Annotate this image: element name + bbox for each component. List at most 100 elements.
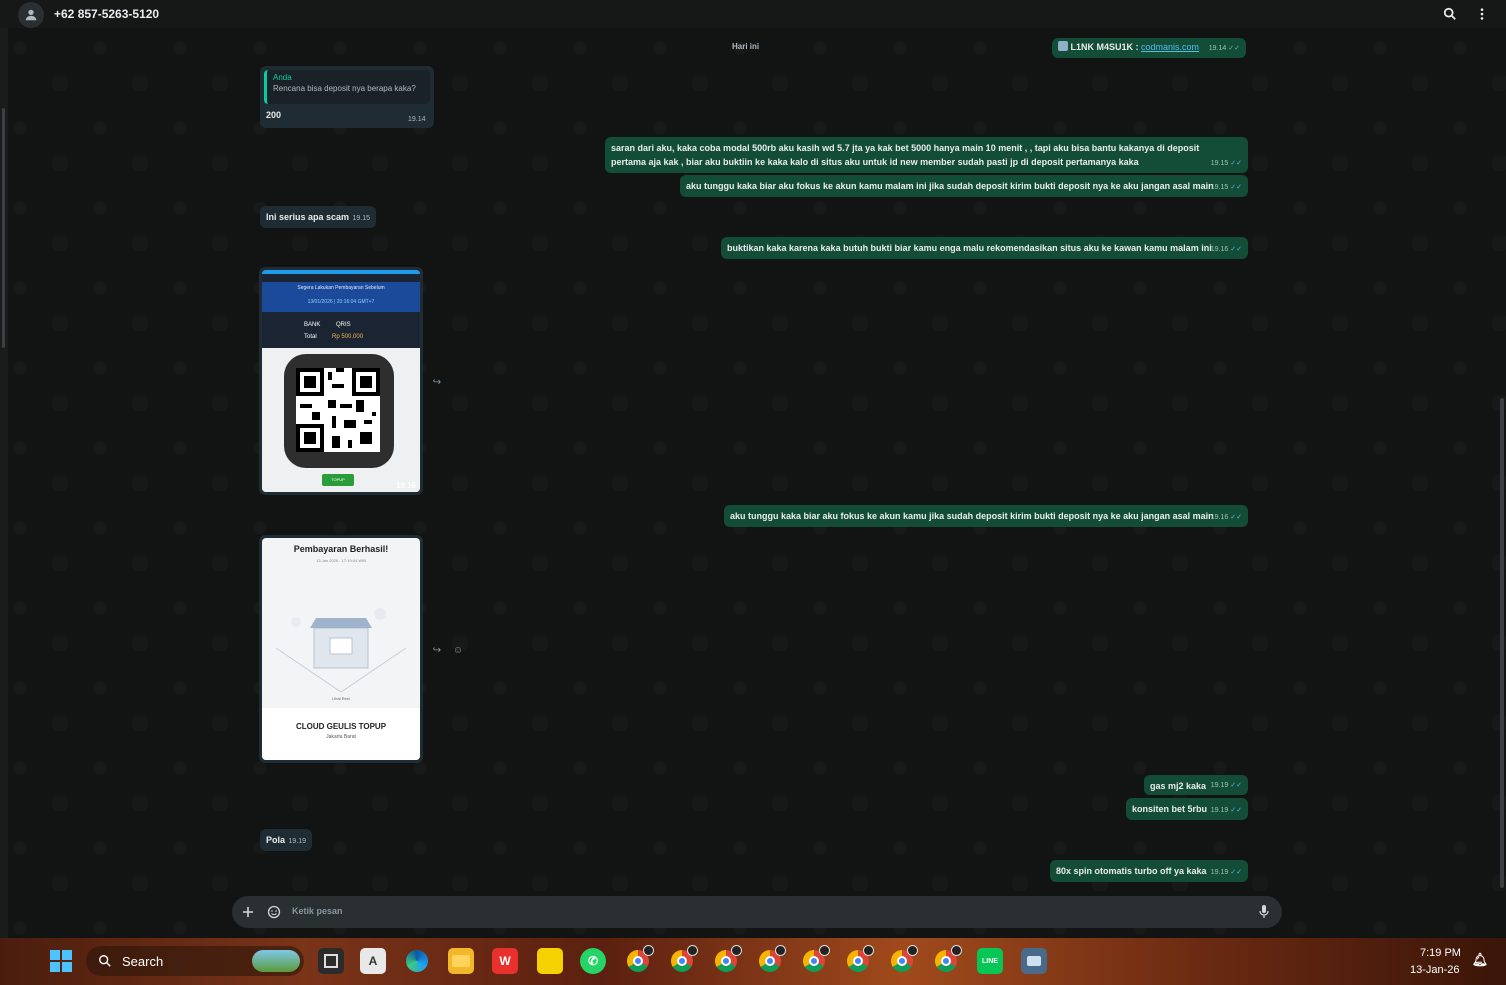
search-highlight-icon [252,950,300,972]
message-outgoing[interactable]: 80x spin otomatis turbo off ya kaka 19.1… [1050,860,1248,882]
plus-icon[interactable] [240,904,256,920]
message-text: 200 [266,110,282,120]
qris-banner-line1: Segera Lakukan Pembayaran Sebelum [297,285,385,291]
message-input[interactable]: Ketik pesan [292,906,343,916]
qris-banner-line2: 13/01/2026 | 20:16:04 GMT+7 [307,299,375,305]
qr-frame [284,354,394,468]
rail-scroll-thumb[interactable] [2,108,5,348]
message-time: 19.19 ✓✓ [1210,807,1242,814]
message-text: aku tunggu kaka biar aku fokus ke akun k… [686,181,1214,191]
chrome-profile-icon[interactable] [935,945,962,972]
receipt-title: Pembayaran Berhasil! [293,544,389,554]
receipt-image[interactable]: Pembayaran Berhasil! 13 Jan 2026 - 17:19… [262,538,420,760]
read-ticks-icon: ✓✓ [1230,782,1242,789]
task-view-icon[interactable] [318,948,344,974]
chrome-profile-icon[interactable] [891,945,918,972]
message-time: 19.15 ✓✓ [1210,160,1242,167]
taskbar-clock-time[interactable]: 7:19 PM [1420,947,1461,959]
message-time: 19.16 ✓✓ [1210,514,1242,521]
message-text: Ini serius apa scam [266,212,350,222]
chrome-profile-icon[interactable] [803,945,830,972]
emoji-reaction-icon[interactable]: ☺ [451,643,465,657]
read-ticks-icon: ✓✓ [1230,246,1242,253]
read-ticks-icon: ✓✓ [1230,514,1242,521]
contact-avatar[interactable] [18,2,44,28]
taskbar-search[interactable]: Search [86,946,304,976]
left-rail [0,28,8,938]
image-message-receipt[interactable]: Pembayaran Berhasil! 13 Jan 2026 - 17:19… [259,535,423,763]
notepad-icon[interactable]: A [360,948,386,974]
message-text: konsiten bet 5rbu [1132,804,1208,814]
message-text: gas mj2 kaka [1150,781,1207,791]
forward-icon[interactable]: ↪ [430,643,444,657]
line-app-icon[interactable]: LINE [977,948,1003,974]
qr-area: TOPUP [262,348,420,492]
chrome-profile-icon[interactable] [671,945,698,972]
chat-header: +62 857-5263-5120 [0,0,1506,28]
message-outgoing[interactable]: aku tunggu kaka biar aku fokus ke akun k… [724,505,1248,527]
edge-icon[interactable] [404,948,430,974]
whatsapp-icon[interactable]: ✆ [580,948,606,974]
message-time: 19.14 [408,116,426,123]
receipt-date: 13 Jan 2026 - 17:19:04 WIB [316,558,366,563]
read-ticks-icon: ✓✓ [1230,807,1242,814]
chat-scroll-thumb[interactable] [1500,398,1504,888]
message-outgoing[interactable]: aku tunggu kaka biar aku fokus ke akun k… [680,175,1248,197]
taskbar-clock-date[interactable]: 13-Jan-26 [1410,964,1460,976]
message-outgoing[interactable]: buktikan kaka karena kaka butuh bukti bi… [721,237,1248,259]
chrome-profile-icon[interactable] [627,945,654,972]
message-composer[interactable]: Ketik pesan [232,896,1282,928]
qr-code [296,368,380,452]
video-icon [1058,41,1068,51]
quoted-message[interactable]: Anda Rencana bisa deposit nya berapa kak… [264,70,430,104]
read-ticks-icon: ✓✓ [1230,160,1242,167]
chrome-profile-icon[interactable] [847,945,874,972]
windows-taskbar: Search A W ✆ LINE 7:19 PM 13-Jan-26 🔔︎ [0,938,1506,985]
windows-start-icon[interactable] [48,948,74,974]
forward-icon[interactable]: ↪ [430,375,444,389]
message-outgoing[interactable]: konsiten bet 5rbu 19.19 ✓✓ [1126,798,1248,820]
qris-image[interactable]: Segera Lakukan Pembayaran Sebelum 13/01/… [262,270,420,492]
contact-name[interactable]: +62 857-5263-5120 [54,7,159,21]
message-time: 19.15 ✓✓ [1210,184,1242,191]
image-message-qris[interactable]: Segera Lakukan Pembayaran Sebelum 13/01/… [259,267,423,495]
message-time: 19.19 [395,749,416,758]
bank-label: BANK [304,322,321,328]
kebab-menu-icon[interactable] [1474,6,1490,22]
bank-value: QRIS [336,322,351,328]
store-illustration [276,608,406,693]
wps-office-icon[interactable]: W [492,948,518,974]
chrome-profile-icon[interactable] [759,945,786,972]
message-link[interactable]: codmanis.com [1141,42,1199,52]
date-chip: Hari ini [732,42,760,51]
sticky-notes-icon[interactable] [537,948,563,974]
message-time: 19.19 ✓✓ [1210,869,1242,876]
read-ticks-icon: ✓✓ [1230,869,1242,876]
total-label: Total [304,334,317,340]
message-outgoing[interactable]: L1NK M4SU1K : codmanis.com 19.14 ✓✓ [1052,38,1246,58]
message-time: 19.16 [395,481,416,490]
search-label: Search [122,954,164,969]
message-incoming[interactable]: Ini serius apa scam 19.15 [260,206,376,228]
app-window-icon[interactable] [1021,948,1047,974]
message-outgoing[interactable]: gas mj2 kaka 19.19 ✓✓ [1144,775,1248,795]
chat-scrollbar[interactable] [1498,28,1506,888]
sticker-icon[interactable] [266,904,282,920]
qris-header: Segera Lakukan Pembayaran Sebelum 13/01/… [262,270,420,348]
message-time: 19.19 ✓✓ [1210,782,1242,789]
message-time: 19.15 [352,215,370,222]
message-text: buktikan kaka karena kaka butuh bukti bi… [727,243,1212,253]
topup-button: TOPUP [322,474,354,486]
message-text: 80x spin otomatis turbo off ya kaka [1056,866,1207,876]
message-time: 19.16 ✓✓ [1210,246,1242,253]
message-incoming[interactable]: Pola 19.19 [260,829,312,851]
message-text: aku tunggu kaka biar aku fokus ke akun k… [730,511,1214,521]
search-icon[interactable] [1442,6,1458,22]
message-outgoing[interactable]: saran dari aku, kaka coba modal 500rb ak… [605,137,1248,173]
file-explorer-icon[interactable] [448,948,474,974]
microphone-icon[interactable] [1256,904,1272,920]
message-time: 19.14 ✓✓ [1208,45,1240,52]
notification-bell-icon[interactable]: 🔔︎ [1472,950,1489,970]
person-icon [25,9,37,21]
chrome-profile-icon[interactable] [715,945,742,972]
